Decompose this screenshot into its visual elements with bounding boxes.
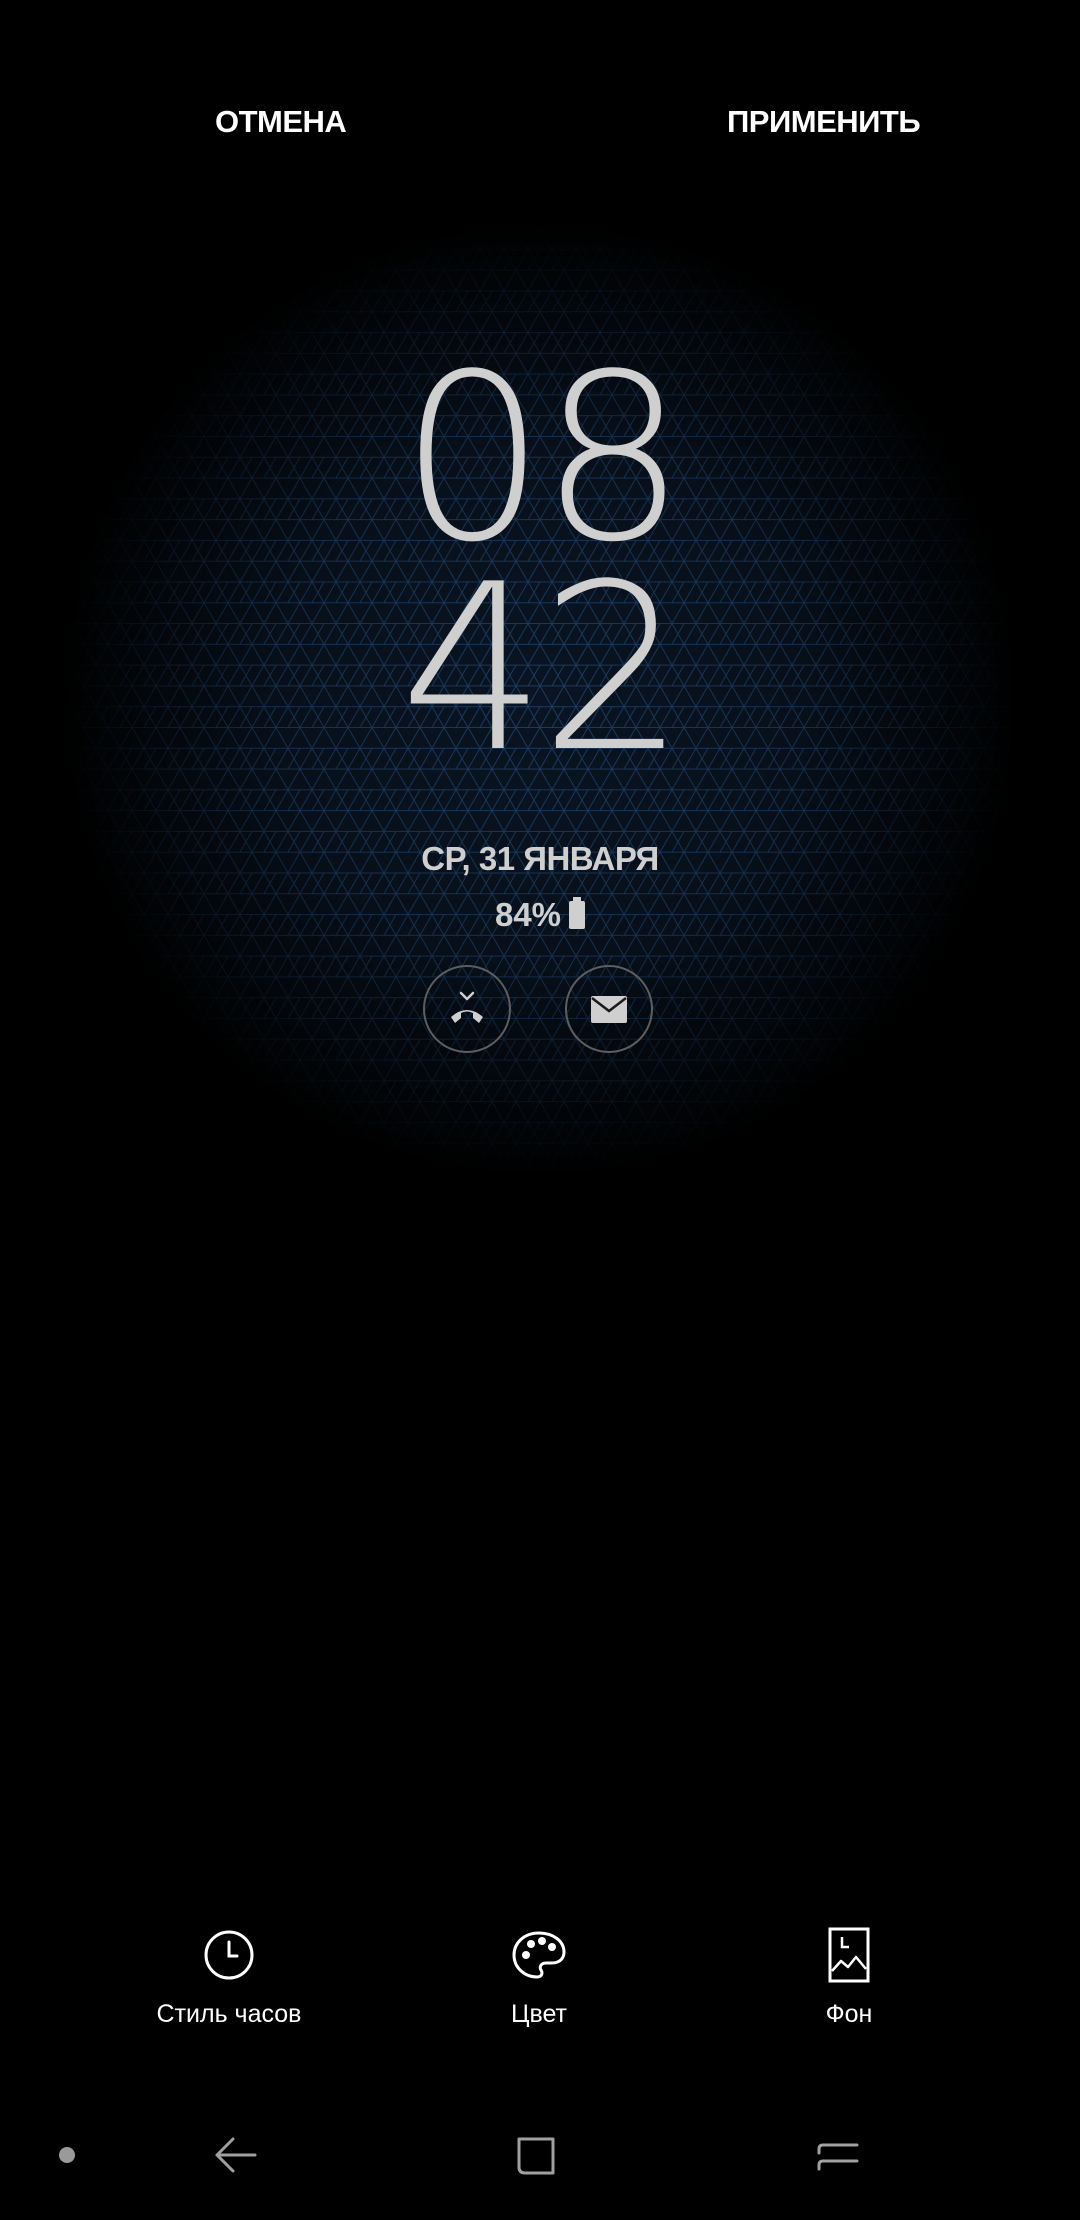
back-icon: [215, 2137, 257, 2173]
email-notification[interactable]: [565, 965, 653, 1053]
battery-percent: 84%: [494, 896, 562, 933]
background-button[interactable]: Фон: [699, 1925, 999, 2029]
clock-minutes: 42: [399, 536, 687, 803]
cancel-button[interactable]: ОТМЕНА: [215, 104, 347, 140]
date-label: СР, 31 ЯНВАРЯ: [421, 840, 659, 877]
email-icon: [591, 996, 627, 1023]
battery-icon: [569, 897, 586, 929]
apply-button[interactable]: ПРИМЕНИТЬ: [727, 104, 921, 140]
clock-style-button[interactable]: Стиль часов: [79, 1925, 379, 2029]
clock-icon: [204, 1930, 254, 1980]
battery-status: 84%: [0, 896, 1080, 934]
recents-icon: [817, 2143, 859, 2171]
missed-call-notification[interactable]: [423, 965, 511, 1053]
navigation-bar: [0, 2110, 1080, 2200]
home-button[interactable]: [500, 2110, 570, 2200]
background-label: Фон: [825, 2000, 873, 2028]
clock-hours: 08: [399, 326, 687, 593]
clock-style-label: Стиль часов: [156, 2000, 302, 2028]
color-button[interactable]: Цвет: [389, 1925, 689, 2029]
back-button[interactable]: [200, 2110, 270, 2200]
nav-dot-button[interactable]: [50, 2110, 84, 2200]
home-icon: [517, 2137, 555, 2175]
color-label: Цвет: [510, 2000, 568, 2028]
wallpaper-icon: [828, 1927, 870, 1983]
dot-icon: [59, 2147, 75, 2163]
recents-button[interactable]: [802, 2110, 872, 2200]
missed-call-icon: [451, 991, 483, 1023]
palette-icon: [512, 1931, 566, 1979]
